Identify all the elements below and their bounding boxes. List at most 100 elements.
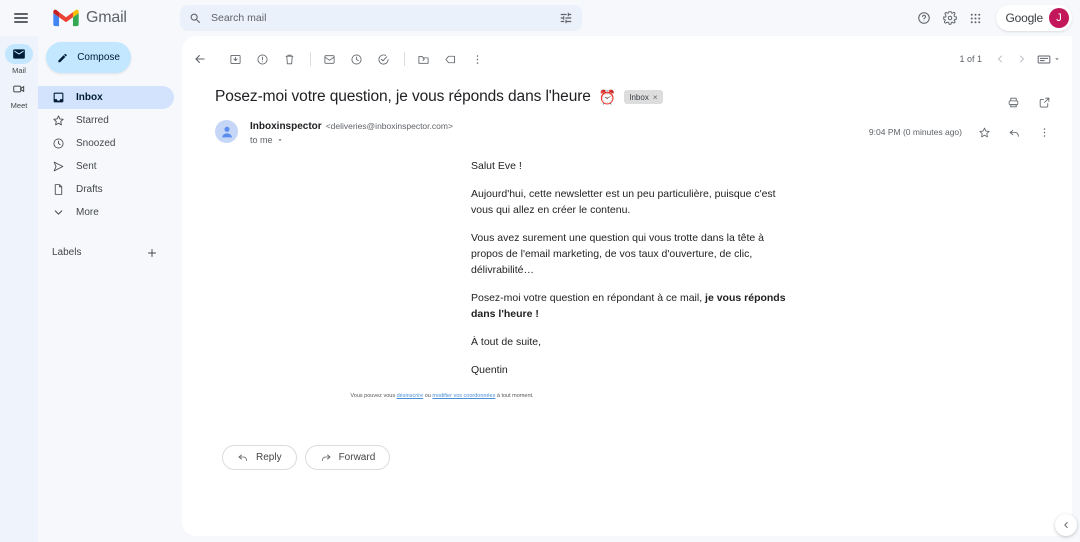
display-density-button[interactable] [1034, 52, 1064, 67]
recipient-toggle[interactable]: to me [250, 135, 453, 145]
body-greeting: Salut Eve ! [471, 160, 522, 172]
account-chip[interactable]: Google J [995, 5, 1072, 31]
support-button[interactable] [912, 6, 936, 30]
alarm-clock-icon: ⏰ [598, 88, 617, 105]
sender-meta: Inboxinspector <deliveries@inboxinspecto… [250, 120, 453, 145]
brand-name: Gmail [86, 9, 127, 26]
labels-section-header: Labels [38, 241, 174, 264]
mark-unread-button[interactable] [317, 47, 341, 71]
search-bar[interactable] [180, 5, 582, 31]
toolbar-divider [404, 52, 405, 66]
next-page-button[interactable] [1012, 49, 1032, 69]
top-bar: Gmail Goog [0, 0, 1080, 36]
rail-item-mail[interactable]: Mail [0, 44, 38, 75]
label-tag-icon [444, 55, 455, 63]
sender-line: Inboxinspector <deliveries@inboxinspecto… [250, 121, 453, 132]
google-apps-button[interactable] [964, 6, 988, 30]
trash-icon [285, 54, 293, 64]
video-camera-icon [13, 85, 25, 93]
rail-item-meet[interactable]: Meet [0, 79, 38, 110]
reply-button[interactable]: Reply [222, 444, 297, 470]
rail-label-meet: Meet [10, 101, 28, 110]
more-options-button[interactable] [465, 47, 489, 71]
more-vertical-icon [1043, 127, 1045, 137]
chevron-left-icon [1064, 522, 1068, 528]
toolbar-divider [310, 52, 311, 66]
mark-unread-icon [323, 54, 335, 64]
close-icon[interactable]: × [653, 93, 658, 102]
search-icon [190, 13, 201, 23]
forward-arrow-icon [321, 454, 331, 461]
sidebar-item-snoozed[interactable]: Snoozed [38, 132, 174, 155]
edit-details-link[interactable]: modifier vos coordonnées [432, 393, 495, 399]
caret-down-icon [1055, 58, 1059, 60]
send-icon [52, 160, 65, 173]
pagination-text: 1 of 1 [959, 54, 982, 64]
status-badge[interactable]: Inbox × [624, 90, 663, 104]
archive-button[interactable] [223, 47, 247, 71]
body-closing: À tout de suite, [471, 335, 542, 348]
sidebar-item-label: Snoozed [76, 138, 116, 149]
avatar[interactable] [215, 120, 238, 143]
star-outline-icon [978, 127, 990, 137]
forward-button[interactable]: Forward [304, 444, 391, 470]
archive-icon [229, 54, 241, 64]
sidebar-item-label: More [76, 207, 99, 218]
compose-button[interactable]: Compose [46, 42, 131, 73]
reply-button-header[interactable] [1002, 120, 1026, 144]
tune-filter-icon[interactable] [559, 11, 573, 25]
chevron-down-icon [52, 206, 65, 219]
sidebar-item-sent[interactable]: Sent [38, 155, 174, 178]
gmail-logo[interactable]: Gmail [53, 9, 127, 28]
move-to-button[interactable] [411, 47, 435, 71]
report-spam-icon [256, 53, 268, 65]
avatar[interactable]: J [1049, 8, 1069, 28]
sidebar-item-drafts[interactable]: Drafts [38, 178, 174, 201]
snooze-clock-icon [350, 53, 362, 65]
sidebar-item-label: Inbox [76, 92, 103, 103]
forward-button-label: Forward [338, 451, 376, 463]
sender-row: Inboxinspector <deliveries@inboxinspecto… [182, 106, 1072, 145]
rail-label-mail: Mail [12, 66, 26, 75]
add-to-tasks-button[interactable] [371, 47, 395, 71]
sidebar: Compose Inbox Starred Snoozed Sent Draft… [38, 36, 182, 542]
collapse-panel-button[interactable] [1055, 514, 1077, 536]
reply-button-label: Reply [256, 451, 282, 463]
chevron-left-icon [998, 55, 1002, 63]
clock-icon [52, 137, 65, 150]
plus-icon[interactable] [144, 245, 160, 261]
label-chip-text: Inbox [629, 92, 649, 102]
star-button[interactable] [972, 120, 996, 144]
arrow-back-icon [195, 54, 205, 64]
rail-pill-mail [5, 44, 33, 64]
compose-label: Compose [77, 52, 120, 63]
search-input[interactable] [211, 12, 559, 24]
unsubscribe-link[interactable]: désinscrire [397, 393, 424, 399]
sidebar-item-inbox[interactable]: Inbox [38, 86, 174, 109]
footer-prefix: Vous pouvez vous [350, 392, 397, 399]
snooze-button[interactable] [344, 47, 368, 71]
report-spam-button[interactable] [250, 47, 274, 71]
mail-icon [13, 49, 25, 59]
recipient-label: to me [250, 135, 273, 145]
body-paragraph-3: Posez-moi votre question en répondant à … [471, 291, 793, 323]
settings-button[interactable] [938, 6, 962, 30]
star-icon [52, 114, 65, 127]
sidebar-item-more[interactable]: More [38, 201, 174, 224]
sender-email: <deliveries@inboxinspector.com> [325, 121, 453, 131]
label-button[interactable] [438, 47, 462, 71]
email-body-inner: Salut Eve ! Aujourd'hui, cette newslette… [471, 159, 793, 379]
footer-suffix: à tout moment. [495, 392, 534, 399]
prev-page-button[interactable] [990, 49, 1010, 69]
sidebar-item-starred[interactable]: Starred [38, 109, 174, 132]
email-more-button[interactable] [1032, 120, 1056, 144]
chevron-right-icon [1020, 55, 1024, 63]
account-brand-label: Google [1005, 11, 1044, 25]
main-menu-button[interactable] [3, 0, 39, 36]
sidebar-nav: Inbox Starred Snoozed Sent Drafts More [38, 86, 182, 224]
app-rail: Mail Meet [0, 36, 38, 542]
labels-title: Labels [52, 247, 82, 258]
file-icon [52, 183, 65, 196]
delete-button[interactable] [277, 47, 301, 71]
back-button[interactable] [188, 47, 212, 71]
